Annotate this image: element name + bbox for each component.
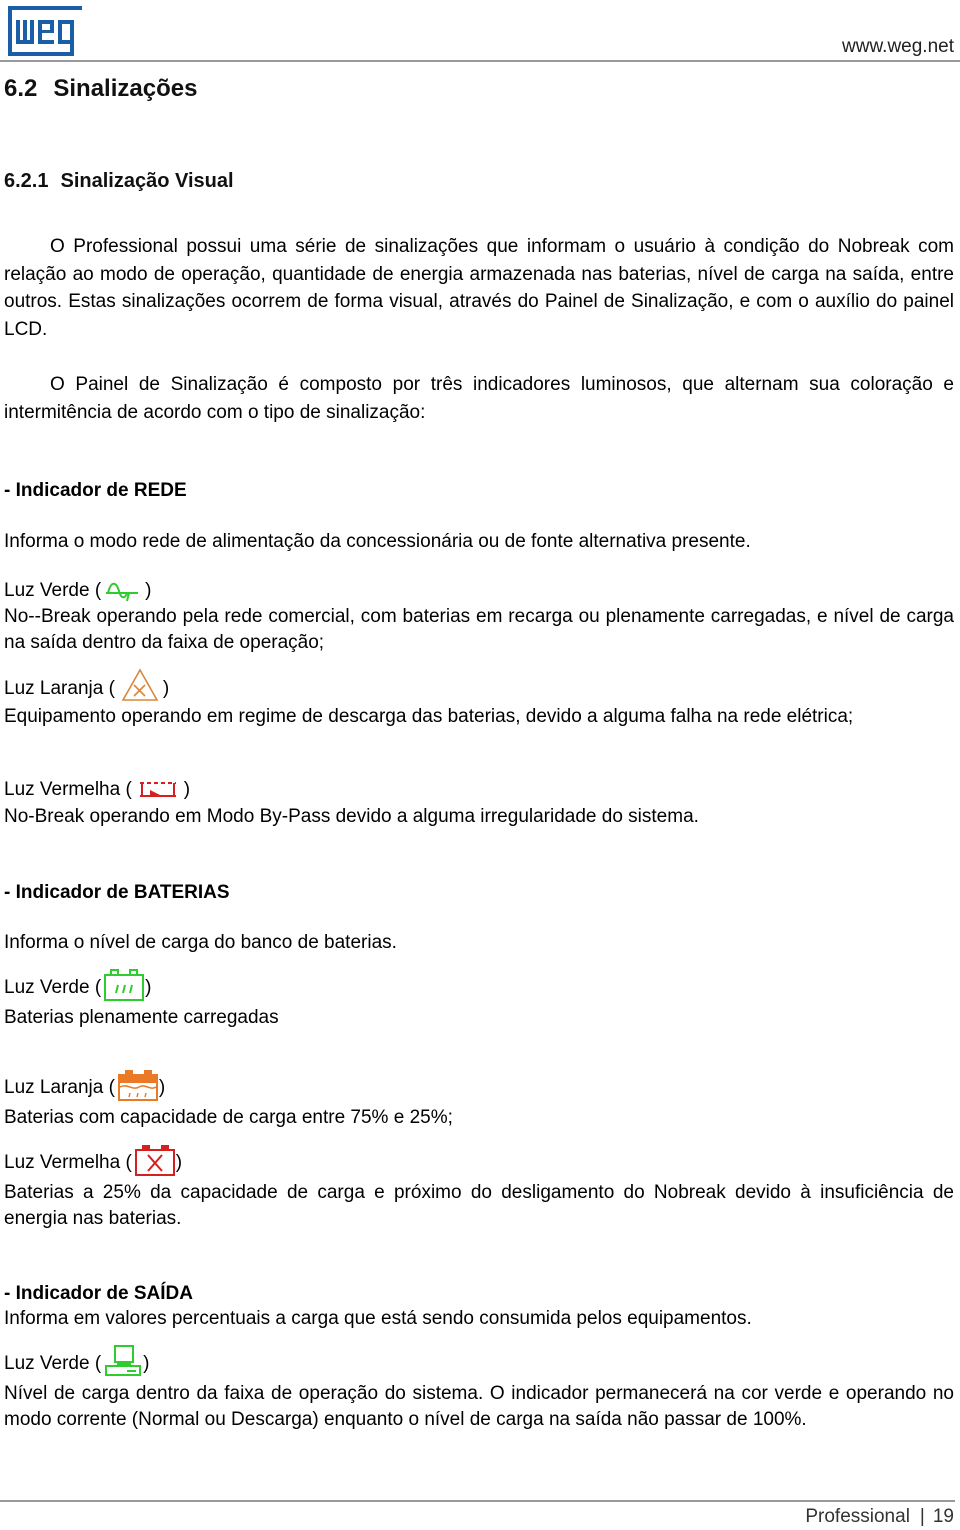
warning-triangle-icon bbox=[121, 668, 159, 701]
intro-paragraph-1: O Professional possui uma série de sinal… bbox=[4, 236, 954, 340]
footer-separator: | bbox=[919, 1506, 925, 1527]
website-url[interactable]: www.weg.net bbox=[842, 36, 954, 58]
saida-green-text: Nível de carga dentro da faixa de operaç… bbox=[4, 1383, 954, 1430]
bypass-icon bbox=[139, 782, 176, 797]
baterias-orange-text: Baterias com capacidade de carga entre 7… bbox=[4, 1107, 453, 1128]
battery-full-icon bbox=[104, 969, 145, 1001]
rede-green-text: No--Break operando pela rede comercial, … bbox=[4, 606, 954, 653]
footer-divider bbox=[0, 1500, 955, 1502]
weg-logo bbox=[8, 6, 82, 56]
computer-load-icon bbox=[105, 1345, 142, 1376]
rede-orange-text: Equipamento operando em regime de descar… bbox=[4, 706, 854, 727]
footer-product: Professional bbox=[805, 1506, 910, 1527]
baterias-green-label: Luz Verde ( ) bbox=[4, 969, 152, 1002]
rede-red-text: No-Break operando em Modo By-Pass devido… bbox=[4, 806, 699, 827]
page-footer: Professional | 19 bbox=[805, 1506, 954, 1528]
subsection-heading: 6.2.1 Sinalização Visual bbox=[4, 170, 234, 193]
indicator-rede-heading: - Indicador de REDE bbox=[4, 480, 187, 501]
section-title: Sinalizações bbox=[53, 75, 198, 102]
indicator-saida-heading: - Indicador de SAÍDA bbox=[4, 1283, 193, 1304]
baterias-red-label: Luz Vermelha ( ) bbox=[4, 1145, 182, 1177]
battery-empty-icon bbox=[134, 1145, 175, 1176]
header-divider bbox=[0, 60, 960, 62]
indicator-baterias-heading: - Indicador de BATERIAS bbox=[4, 882, 230, 903]
indicator-saida-description: Informa em valores percentuais a carga q… bbox=[4, 1308, 752, 1329]
indicator-baterias-description: Informa o nível de carga do banco de bat… bbox=[4, 932, 397, 953]
baterias-red-text: Baterias a 25% da capacidade de carga e … bbox=[4, 1182, 954, 1229]
rede-green-label: Luz Verde ( ) bbox=[4, 580, 152, 602]
section-heading: 6.2 Sinalizações bbox=[4, 75, 197, 103]
subsection-title: Sinalização Visual bbox=[60, 170, 234, 192]
baterias-green-text: Baterias plenamente carregadas bbox=[4, 1007, 279, 1028]
rede-orange-label: Luz Laranja ( ) bbox=[4, 668, 169, 702]
page-number: 19 bbox=[932, 1506, 954, 1527]
subsection-number: 6.2.1 bbox=[4, 170, 49, 192]
intro-paragraph-2: O Painel de Sinalização é composto por t… bbox=[4, 374, 954, 423]
battery-partial-icon bbox=[117, 1070, 158, 1101]
ac-sine-wave-icon bbox=[106, 582, 139, 602]
rede-red-label: Luz Vermelha ( ) bbox=[4, 779, 191, 800]
baterias-orange-label: Luz Laranja ( ) bbox=[4, 1070, 165, 1102]
weg-logo-icon bbox=[8, 6, 82, 56]
saida-green-label: Luz Verde ( ) bbox=[4, 1345, 150, 1378]
indicator-rede-description: Informa o modo rede de alimentação da co… bbox=[4, 531, 751, 552]
section-number: 6.2 bbox=[4, 75, 38, 102]
